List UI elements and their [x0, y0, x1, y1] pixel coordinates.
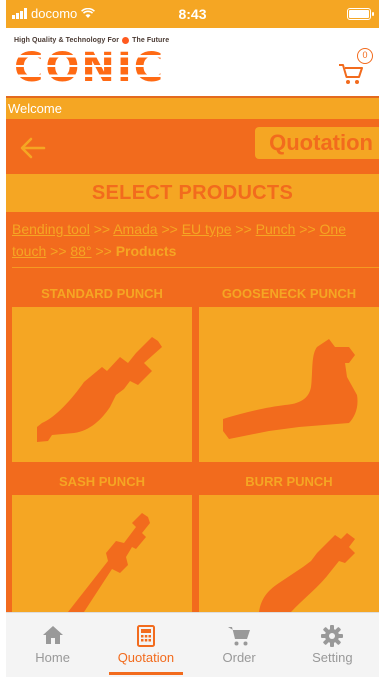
breadcrumb-separator: >> — [93, 221, 111, 237]
tagline-left: High Quality & Technology For — [14, 37, 120, 44]
header-cart-button[interactable]: 0 — [337, 48, 373, 86]
tagline-right: The Future — [132, 37, 170, 44]
cart-icon — [228, 627, 251, 646]
active-tab-indicator — [109, 672, 183, 675]
brand-logo[interactable]: CONIC — [14, 48, 165, 88]
tab-setting[interactable]: Setting — [286, 613, 379, 677]
page-badge: Quotation — [255, 127, 379, 159]
battery-icon — [347, 8, 374, 20]
breadcrumb: Bending tool >> Amada >> EU type >> Punc… — [12, 218, 378, 262]
breadcrumb-current: Products — [115, 243, 177, 259]
product-label-gooseneck-punch: GOOSENECK PUNCH — [221, 286, 357, 301]
product-label-standard-punch: STANDARD PUNCH — [41, 286, 163, 301]
product-card-standard-punch[interactable] — [12, 307, 192, 462]
breadcrumb-divider — [12, 267, 379, 268]
tab-label-home: Home — [35, 650, 70, 665]
product-card-sash-punch[interactable] — [12, 495, 192, 612]
tab-order[interactable]: Order — [193, 613, 286, 677]
product-card-burr-punch[interactable] — [199, 495, 379, 612]
breadcrumb-link-amada[interactable]: Amada — [113, 221, 157, 237]
bottom-tab-bar: Home Quotation Order Setting — [6, 612, 379, 677]
gear-icon — [321, 625, 344, 647]
breadcrumb-separator: >> — [235, 221, 252, 237]
globe-dot-icon — [122, 37, 130, 44]
breadcrumb-separator: >> — [95, 243, 112, 259]
product-label-burr-punch: BURR PUNCH — [245, 474, 333, 489]
home-icon — [42, 626, 63, 644]
cart-count-badge: 0 — [357, 48, 373, 64]
app-screen: docomo 8:43 High Quality & Technology Fo… — [6, 0, 379, 677]
sash-punch-icon — [68, 513, 150, 612]
gooseneck-punch-icon — [223, 339, 358, 439]
app-header: High Quality & Technology For The Future… — [6, 28, 379, 96]
tab-label-order: Order — [222, 650, 256, 665]
breadcrumb-separator: >> — [299, 221, 316, 237]
welcome-bar: Welcome — [6, 96, 379, 119]
tab-quotation[interactable]: Quotation — [99, 613, 192, 677]
product-label-sash-punch: SASH PUNCH — [59, 474, 145, 489]
back-arrow-icon[interactable] — [18, 133, 48, 163]
standard-punch-icon — [37, 337, 162, 442]
brand-tagline: High Quality & Technology For The Future — [14, 37, 169, 44]
calculator-icon — [136, 625, 155, 647]
tab-label-quotation: Quotation — [117, 650, 175, 665]
breadcrumb-link-punch[interactable]: Punch — [256, 221, 296, 237]
breadcrumb-link-eu-type[interactable]: EU type — [182, 221, 232, 237]
product-card-gooseneck-punch[interactable] — [199, 307, 379, 462]
breadcrumb-separator: >> — [50, 243, 67, 259]
page-title: SELECT PRODUCTS — [6, 174, 379, 212]
main-content: Quotation SELECT PRODUCTS Bending tool >… — [6, 119, 379, 612]
status-bar: docomo 8:43 — [6, 0, 379, 28]
breadcrumb-separator: >> — [161, 221, 178, 237]
breadcrumb-link-angle[interactable]: 88° — [70, 243, 91, 259]
status-time: 8:43 — [178, 6, 207, 22]
tab-label-setting: Setting — [312, 650, 353, 665]
burr-punch-icon — [259, 533, 355, 612]
tab-home[interactable]: Home — [6, 613, 99, 677]
breadcrumb-link-bending-tool[interactable]: Bending tool — [12, 221, 90, 237]
